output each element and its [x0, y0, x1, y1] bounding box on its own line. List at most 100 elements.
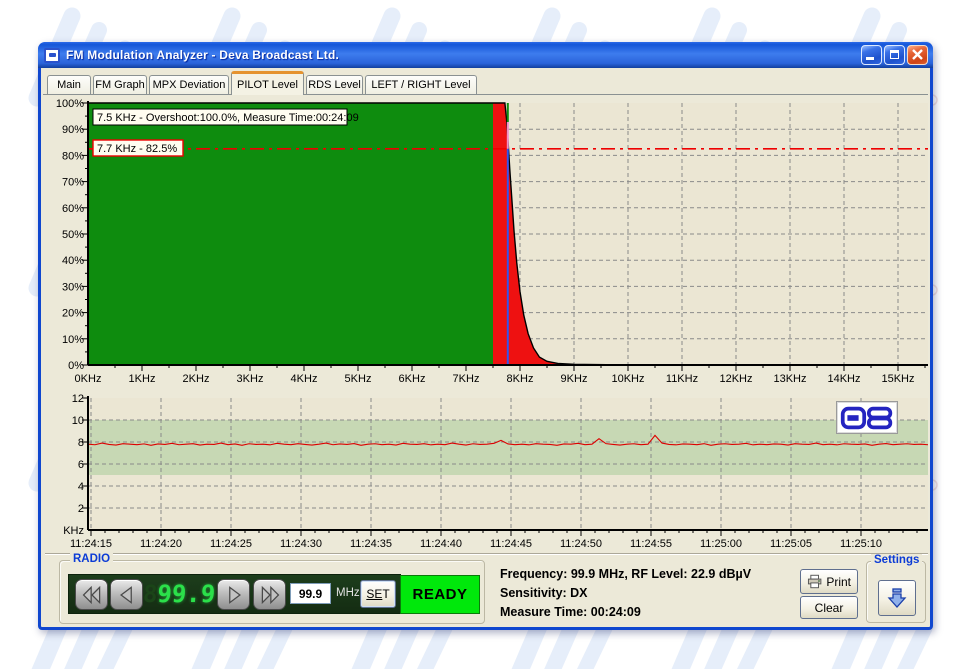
- svg-text:11:24:40: 11:24:40: [420, 538, 462, 550]
- titlebar[interactable]: FM Modulation Analyzer - Deva Broadcast …: [38, 42, 933, 68]
- svg-text:4KHz: 4KHz: [291, 373, 318, 385]
- svg-text:20%: 20%: [62, 308, 84, 320]
- svg-text:7.5 KHz - Overshoot:100.0%, Me: 7.5 KHz - Overshoot:100.0%, Measure Time…: [97, 112, 359, 124]
- svg-text:90%: 90%: [62, 124, 84, 136]
- svg-text:11:25:10: 11:25:10: [840, 538, 882, 550]
- double-left-arrow-icon: [78, 584, 106, 606]
- svg-text:70%: 70%: [62, 177, 84, 189]
- settings-group: Settings: [866, 561, 926, 623]
- tab-pilot-level[interactable]: PILOT Level: [231, 71, 304, 95]
- limit-band: [88, 420, 928, 475]
- right-arrow-icon: [220, 584, 248, 606]
- window-title: FM Modulation Analyzer - Deva Broadcast …: [66, 48, 339, 62]
- app-window: FM Modulation Analyzer - Deva Broadcast …: [38, 42, 933, 630]
- svg-text:10: 10: [72, 415, 84, 427]
- set-button[interactable]: SET: [360, 580, 396, 608]
- svg-text:5KHz: 5KHz: [345, 373, 372, 385]
- app-icon: [44, 48, 60, 63]
- annotation-overshoot: 7.5 KHz - Overshoot:100.0%, Measure Time…: [93, 109, 359, 125]
- deva-db-logo: [836, 401, 898, 434]
- svg-text:2KHz: 2KHz: [183, 373, 210, 385]
- svg-text:11:25:00: 11:25:00: [700, 538, 742, 550]
- frequency-display: 899.9: [142, 577, 218, 611]
- svg-text:15KHz: 15KHz: [881, 373, 914, 385]
- tab-mpx-deviation[interactable]: MPX Deviation: [149, 75, 229, 94]
- svg-text:11:24:45: 11:24:45: [490, 538, 532, 550]
- svg-text:80%: 80%: [62, 150, 84, 162]
- svg-text:7.7 KHz - 82.5%: 7.7 KHz - 82.5%: [97, 143, 177, 155]
- radio-group-label: RADIO: [70, 553, 113, 565]
- svg-text:3KHz: 3KHz: [237, 373, 264, 385]
- close-icon: [908, 46, 927, 64]
- info-frequency-rf: Frequency: 99.9 MHz, RF Level: 22.9 dBµV: [500, 565, 810, 584]
- frequency-input[interactable]: [290, 583, 331, 604]
- printer-icon: [807, 574, 822, 589]
- svg-text:8: 8: [78, 437, 84, 449]
- svg-text:11:24:30: 11:24:30: [280, 538, 322, 550]
- svg-text:13KHz: 13KHz: [773, 373, 806, 385]
- svg-text:9KHz: 9KHz: [561, 373, 588, 385]
- tab-rds-level[interactable]: RDS Level: [306, 75, 363, 94]
- svg-text:12KHz: 12KHz: [719, 373, 752, 385]
- maximize-button[interactable]: [884, 45, 905, 65]
- svg-text:7KHz: 7KHz: [453, 373, 480, 385]
- svg-text:2: 2: [78, 503, 84, 515]
- mhz-unit-label: MHz: [336, 587, 360, 599]
- settings-button[interactable]: [878, 580, 916, 616]
- tab-main[interactable]: Main: [47, 75, 91, 94]
- seek-up-button[interactable]: [253, 579, 286, 610]
- svg-text:11:24:55: 11:24:55: [630, 538, 672, 550]
- svg-text:4: 4: [78, 481, 84, 493]
- print-button[interactable]: Print: [800, 569, 858, 594]
- pilot-spectrum-chart: 100% 90% 80% 70% 60% 50% 40% 30% 20% 10% 0%0KHz 1KH…: [48, 97, 933, 394]
- pilot-trend-svg: 12 10 8 6 4 2 KHz11:24:15 11:24:20 11:24:25 11:24…: [48, 391, 933, 559]
- tuner-panel: 899.9 MHz SET: [68, 574, 401, 614]
- left-arrow-icon: [113, 584, 141, 606]
- db-logo-icon: [839, 404, 895, 432]
- panel-separator: [45, 553, 928, 555]
- step-down-button[interactable]: [110, 579, 143, 610]
- seek-down-button[interactable]: [75, 579, 108, 610]
- down-arrow-icon: [885, 586, 909, 610]
- svg-text:11:25:05: 11:25:05: [770, 538, 812, 550]
- info-sensitivity: Sensitivity: DX: [500, 584, 810, 603]
- measurement-info: Frequency: 99.9 MHz, RF Level: 22.9 dBµV…: [500, 565, 810, 622]
- svg-text:100%: 100%: [56, 98, 84, 110]
- svg-text:30%: 30%: [62, 281, 84, 293]
- tabstrip-baseline: [43, 94, 928, 95]
- close-button[interactable]: [907, 45, 928, 65]
- svg-text:1KHz: 1KHz: [129, 373, 156, 385]
- svg-text:40%: 40%: [62, 255, 84, 267]
- svg-text:0KHz: 0KHz: [75, 373, 102, 385]
- pilot-trend-chart: 12 10 8 6 4 2 KHz11:24:15 11:24:20 11:24:25 11:24…: [48, 391, 933, 564]
- clear-button[interactable]: Clear: [800, 596, 858, 619]
- svg-text:8KHz: 8KHz: [507, 373, 534, 385]
- svg-text:KHz: KHz: [63, 525, 84, 537]
- svg-text:10KHz: 10KHz: [611, 373, 644, 385]
- svg-text:11:24:20: 11:24:20: [140, 538, 182, 550]
- svg-text:11:24:50: 11:24:50: [560, 538, 602, 550]
- svg-text:0%: 0%: [68, 360, 84, 372]
- svg-text:11:24:25: 11:24:25: [210, 538, 252, 550]
- svg-text:6KHz: 6KHz: [399, 373, 426, 385]
- pilot-spectrum-svg: 100% 90% 80% 70% 60% 50% 40% 30% 20% 10% 0%0KHz 1KH…: [48, 97, 933, 389]
- settings-group-label: Settings: [871, 554, 922, 566]
- svg-text:10%: 10%: [62, 334, 84, 346]
- svg-text:11KHz: 11KHz: [666, 373, 698, 385]
- step-up-button[interactable]: [217, 579, 250, 610]
- svg-text:60%: 60%: [62, 203, 84, 215]
- double-right-arrow-icon: [256, 584, 284, 606]
- svg-text:12: 12: [72, 393, 84, 405]
- minimize-button[interactable]: [861, 45, 882, 65]
- svg-text:11:24:15: 11:24:15: [70, 538, 112, 550]
- annotation-marker-value: 7.7 KHz - 82.5%: [93, 140, 183, 156]
- svg-text:14KHz: 14KHz: [827, 373, 860, 385]
- status-indicator: READY: [400, 575, 480, 614]
- svg-text:50%: 50%: [62, 229, 84, 241]
- desktop-background: FM Modulation Analyzer - Deva Broadcast …: [0, 0, 974, 669]
- info-measure-time: Measure Time: 00:24:09: [500, 603, 810, 622]
- svg-text:11:24:35: 11:24:35: [350, 538, 392, 550]
- tab-left-right-level[interactable]: LEFT / RIGHT Level: [365, 75, 477, 94]
- tab-fm-graph[interactable]: FM Graph: [93, 75, 147, 94]
- svg-text:6: 6: [78, 459, 84, 471]
